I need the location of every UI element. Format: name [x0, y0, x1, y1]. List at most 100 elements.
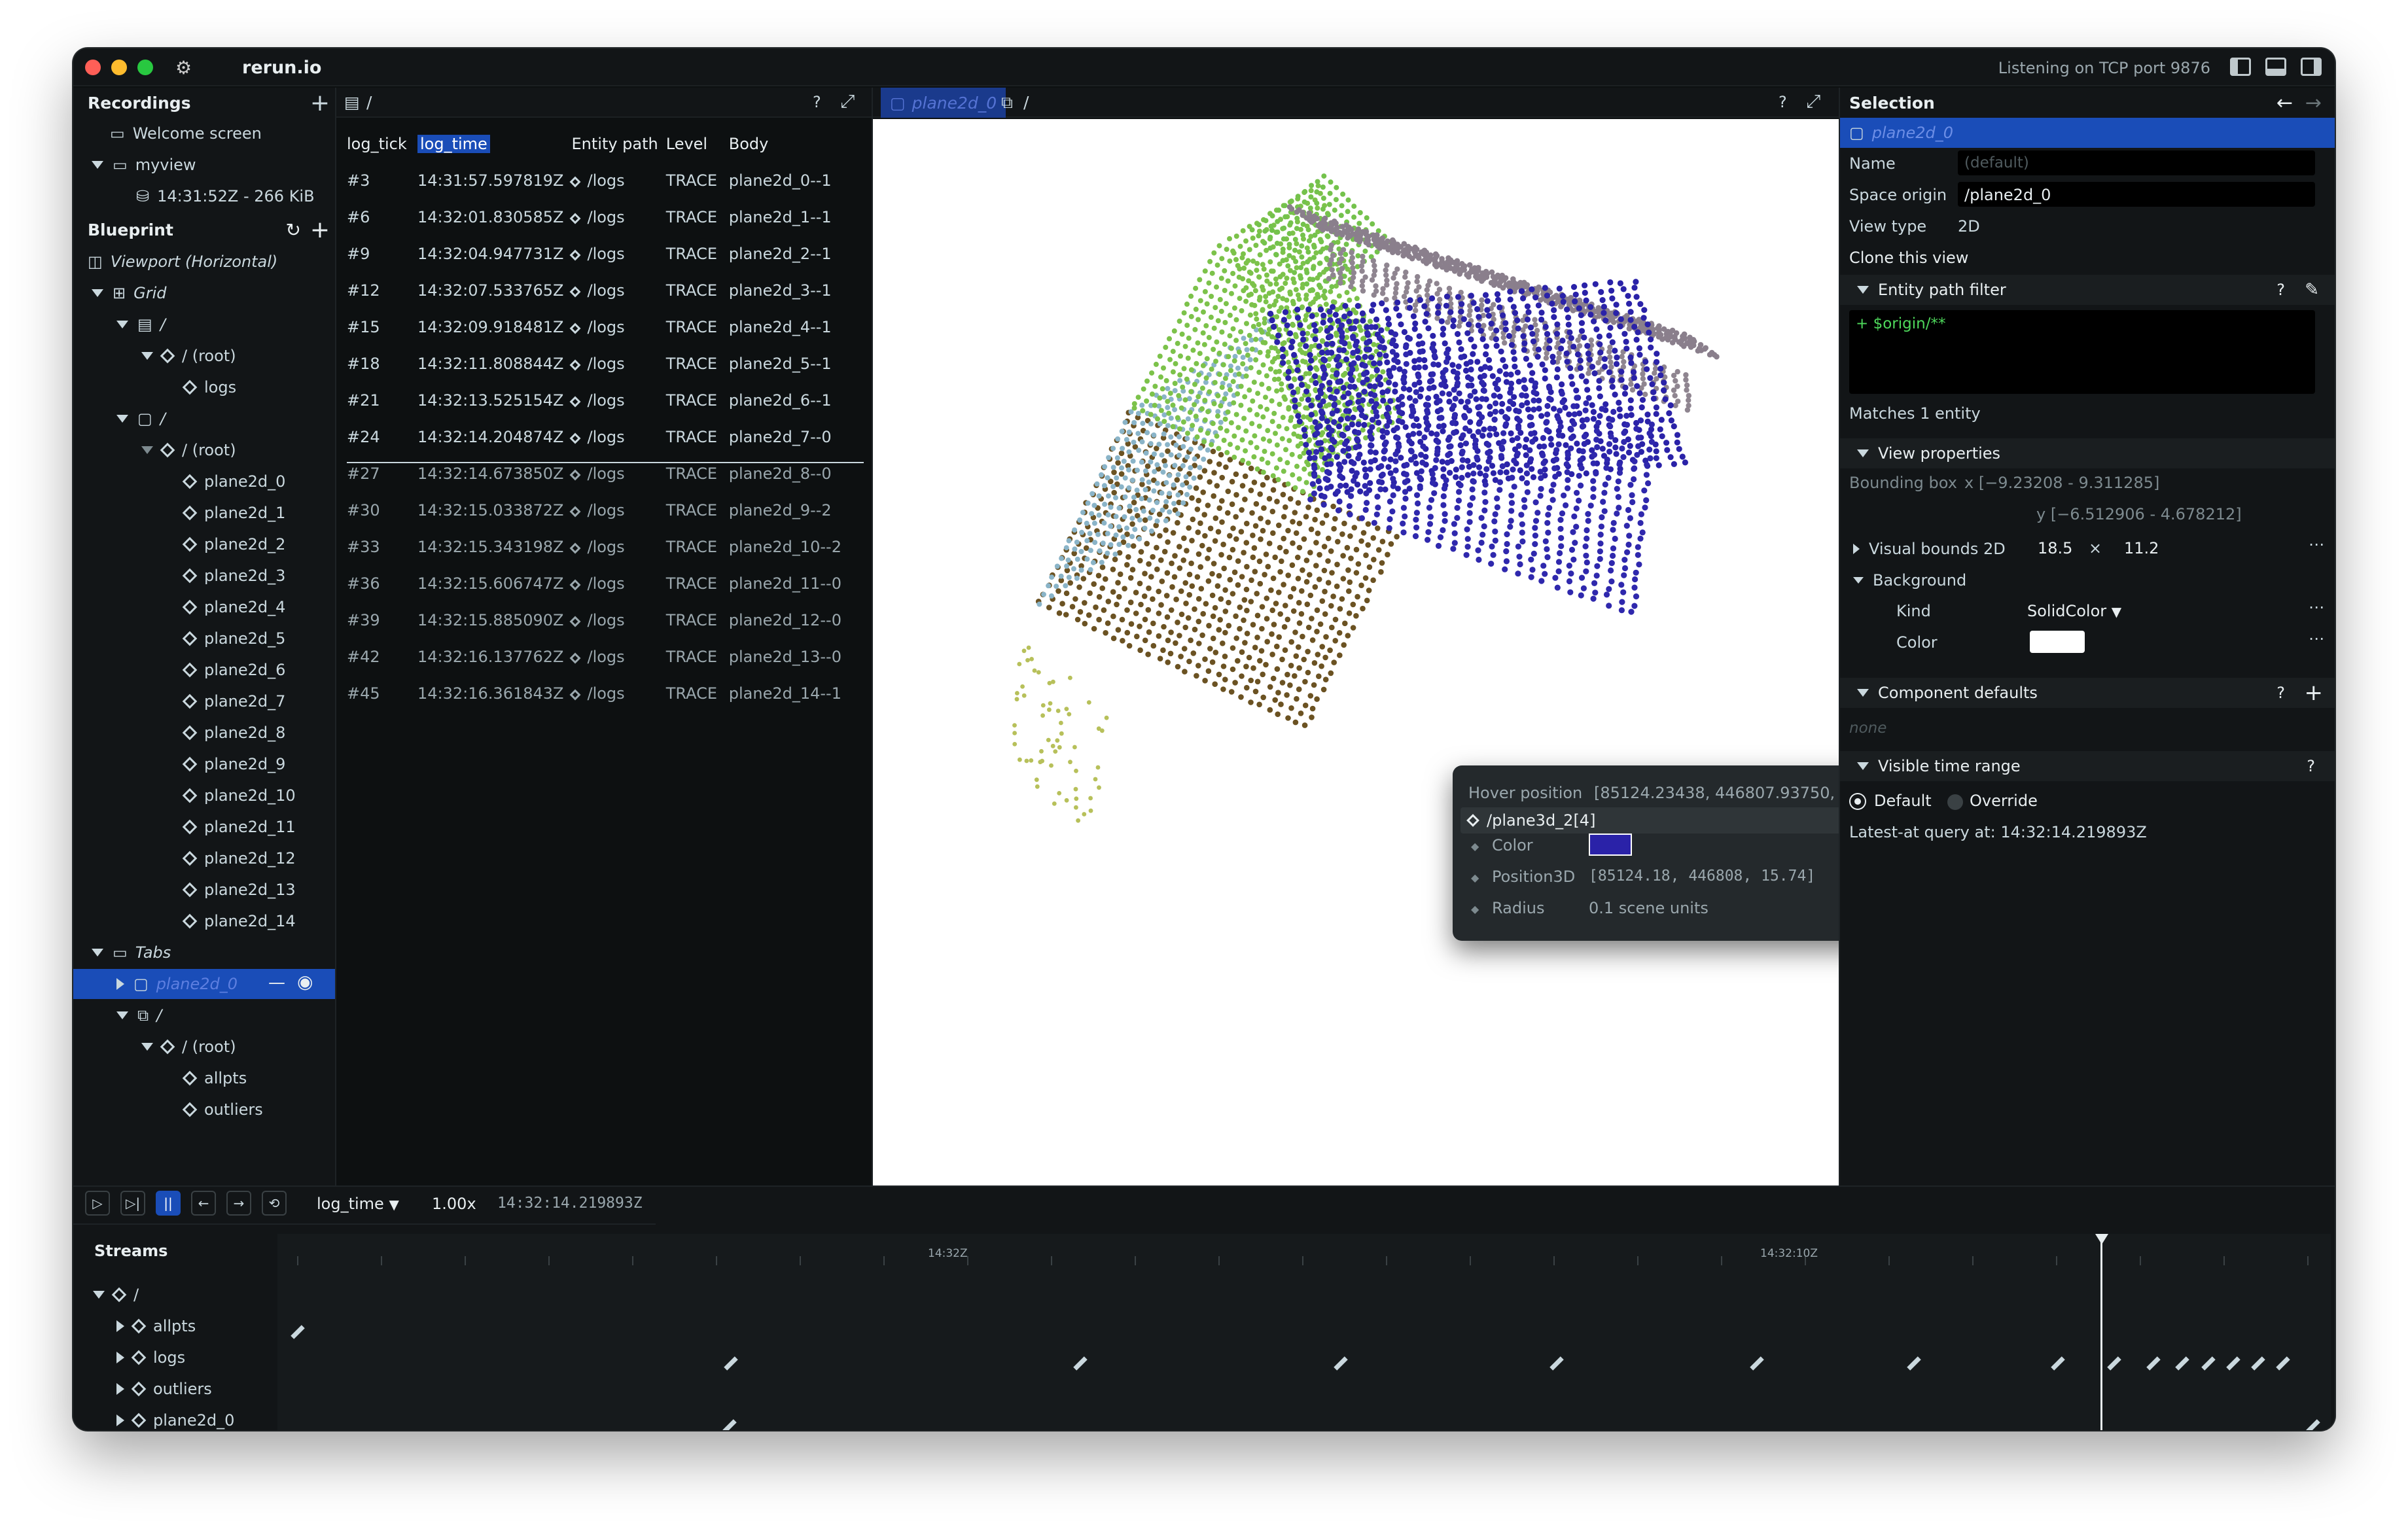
tab-3d-view[interactable]: / [1023, 93, 1029, 112]
plane-entity-item[interactable]: plane2d_0 [182, 466, 285, 497]
close-window-button[interactable] [85, 60, 101, 75]
logs-entity-item[interactable]: logs [182, 372, 236, 402]
visible-time-range-section[interactable]: Visible time range ? [1840, 751, 2335, 781]
plane-entity-item[interactable]: plane2d_2 [182, 529, 285, 559]
table-row[interactable]: #27 14:32:14.673850Z/logs TRACE plane2d_8--… [343, 455, 856, 492]
maximize-view-icon[interactable]: ⤢ [840, 90, 855, 113]
table-row[interactable]: #18 14:32:11.808844Z/logs TRACE plane2d_5--… [343, 345, 856, 382]
point-cloud[interactable] [873, 119, 1839, 1185]
remove-view-icon[interactable]: — [268, 973, 285, 992]
app-id-item[interactable]: ▭ myview [92, 150, 196, 180]
collapse-icon[interactable] [92, 289, 103, 297]
viewport-item[interactable]: ◫ Viewport (Horizontal) [88, 247, 277, 277]
table-row[interactable]: #6 14:32:01.830585Z/logs TRACE plane2d_1--1 [343, 199, 856, 236]
space3d-view-item[interactable]: ⧉ / [116, 1000, 162, 1030]
expand-icon[interactable] [116, 978, 124, 990]
column-header[interactable]: Entity path [567, 126, 662, 162]
plane-entity-item[interactable]: plane2d_13 [182, 875, 296, 905]
default-radio[interactable] [1850, 794, 1865, 809]
expand-icon[interactable] [1853, 544, 1860, 554]
stream-item[interactable]: logs [116, 1343, 185, 1373]
timeline-selector[interactable]: log_time ▼ [317, 1195, 399, 1213]
help-icon[interactable]: ? [2307, 757, 2315, 775]
step-forward-button[interactable]: ▷| [120, 1191, 145, 1216]
stream-item[interactable]: plane2d_0 [116, 1405, 234, 1430]
welcome-screen-item[interactable]: ▭ Welcome screen [110, 118, 262, 149]
left-panel-divider[interactable] [335, 88, 336, 1185]
outliers-entity-item[interactable]: outliers [182, 1095, 263, 1125]
loop-button[interactable]: ⟲ [262, 1191, 287, 1216]
collapse-icon[interactable] [93, 1291, 105, 1299]
table-row[interactable]: #3 14:31:57.597819Z/logs TRACE plane2d_0--1 [343, 162, 856, 199]
collapse-icon[interactable] [141, 352, 153, 360]
visual-bounds-height[interactable]: 11.2 [2124, 539, 2159, 557]
edit-pencil-icon[interactable]: ✎ [2305, 280, 2319, 300]
column-header[interactable]: log_tick [343, 126, 414, 162]
text-log-view-item[interactable]: ▤ / [116, 309, 166, 340]
expand-icon[interactable] [116, 1414, 124, 1426]
plane-entity-item[interactable]: plane2d_4 [182, 592, 285, 622]
plane-entity-item[interactable]: plane2d_5 [182, 623, 285, 654]
background-row[interactable]: Background [1853, 565, 1966, 595]
more-options-icon[interactable]: ⋯ [2309, 535, 2324, 553]
visual-bounds-width[interactable]: 18.5 [2038, 539, 2072, 557]
expand-icon[interactable] [116, 1383, 124, 1395]
override-radio[interactable] [1947, 794, 1963, 810]
table-row[interactable]: #42 14:32:16.137762Z/logs TRACE plane2d_13-… [343, 639, 856, 675]
grid-container[interactable]: ⊞ Grid [92, 278, 166, 308]
plane-entity-item[interactable]: plane2d_6 [182, 655, 285, 685]
maximize-window-button[interactable] [137, 60, 153, 75]
component-defaults-section[interactable]: Component defaults ? + [1840, 678, 2335, 708]
expand-icon[interactable] [116, 1352, 124, 1363]
plane-entity-item[interactable]: plane2d_1 [182, 498, 285, 528]
time-ruler[interactable] [277, 1234, 2331, 1267]
visual-bounds-row[interactable]: Visual bounds 2D [1853, 534, 2006, 564]
toggle-bottom-panel-icon[interactable] [2265, 58, 2286, 76]
collapse-icon[interactable] [1857, 449, 1869, 457]
table-row[interactable]: #45 14:32:16.361843Z/logs TRACE plane2d_14-… [343, 675, 856, 712]
visibility-eye-icon[interactable]: ◉ [297, 971, 313, 992]
clone-view-button[interactable]: Clone this view [1849, 249, 1968, 267]
help-icon[interactable]: ? [2276, 281, 2285, 299]
collapse-icon[interactable] [1853, 577, 1864, 584]
collapse-icon[interactable] [1857, 286, 1869, 294]
playback-speed[interactable]: 1.00x [432, 1195, 476, 1213]
tab-plane-view-item[interactable]: ▢ plane2d_0 [116, 969, 238, 999]
view-properties-section[interactable]: View properties [1840, 438, 2335, 468]
column-header[interactable]: log_time [414, 126, 567, 162]
table-row[interactable]: #39 14:32:15.885090Z/logs TRACE plane2d_12-… [343, 602, 856, 639]
table-row[interactable]: #30 14:32:15.033872Z/logs TRACE plane2d_9--… [343, 492, 856, 529]
plane-entity-item[interactable]: plane2d_14 [182, 906, 296, 936]
help-icon[interactable]: ? [2276, 684, 2285, 702]
collapse-icon[interactable] [92, 949, 103, 957]
kind-dropdown[interactable]: SolidColor ▼ [2027, 602, 2121, 620]
table-row[interactable]: #21 14:32:13.525154Z/logs TRACE plane2d_6--… [343, 382, 856, 419]
toggle-right-panel-icon[interactable] [2301, 58, 2322, 76]
column-header[interactable]: Body [725, 126, 856, 162]
plane-entity-item[interactable]: plane2d_10 [182, 781, 296, 811]
expand-icon[interactable] [116, 1320, 124, 1332]
tab-plane2d-0[interactable]: ▢ plane2d_0 [881, 88, 1006, 118]
collapse-icon[interactable] [92, 161, 103, 169]
add-recording-icon[interactable]: + [310, 90, 330, 116]
collapse-icon[interactable] [116, 321, 128, 328]
plane-entity-item[interactable]: plane2d_8 [182, 718, 285, 748]
text-log-tab[interactable]: / [366, 93, 372, 112]
help-icon[interactable]: ? [1779, 93, 1787, 111]
play-button[interactable]: ▷ [85, 1191, 110, 1216]
table-row[interactable]: #9 14:32:04.947731Z/logs TRACE plane2d_2--1 [343, 236, 856, 272]
plane-entity-item[interactable]: plane2d_12 [182, 843, 296, 873]
collapse-icon[interactable] [141, 446, 153, 454]
toggle-left-panel-icon[interactable] [2230, 58, 2251, 76]
table-row[interactable]: #24 14:32:14.204874Z/logs TRACE plane2d_7--… [343, 419, 856, 455]
table-row[interactable]: #33 14:32:15.343198Z/logs TRACE plane2d_10-… [343, 529, 856, 565]
step-next-button[interactable]: → [226, 1191, 251, 1216]
forward-arrow-icon[interactable]: → [2305, 92, 2322, 114]
root-entity-item[interactable]: / (root) [141, 341, 236, 371]
root-entity-item-3[interactable]: / (root) [141, 1032, 236, 1062]
stream-item[interactable]: / [93, 1280, 139, 1310]
collapse-icon[interactable] [141, 1043, 153, 1051]
stream-item[interactable]: allpts [116, 1311, 196, 1341]
current-time[interactable]: 14:32:14.219893Z [497, 1195, 643, 1212]
help-icon[interactable]: ? [813, 93, 821, 111]
